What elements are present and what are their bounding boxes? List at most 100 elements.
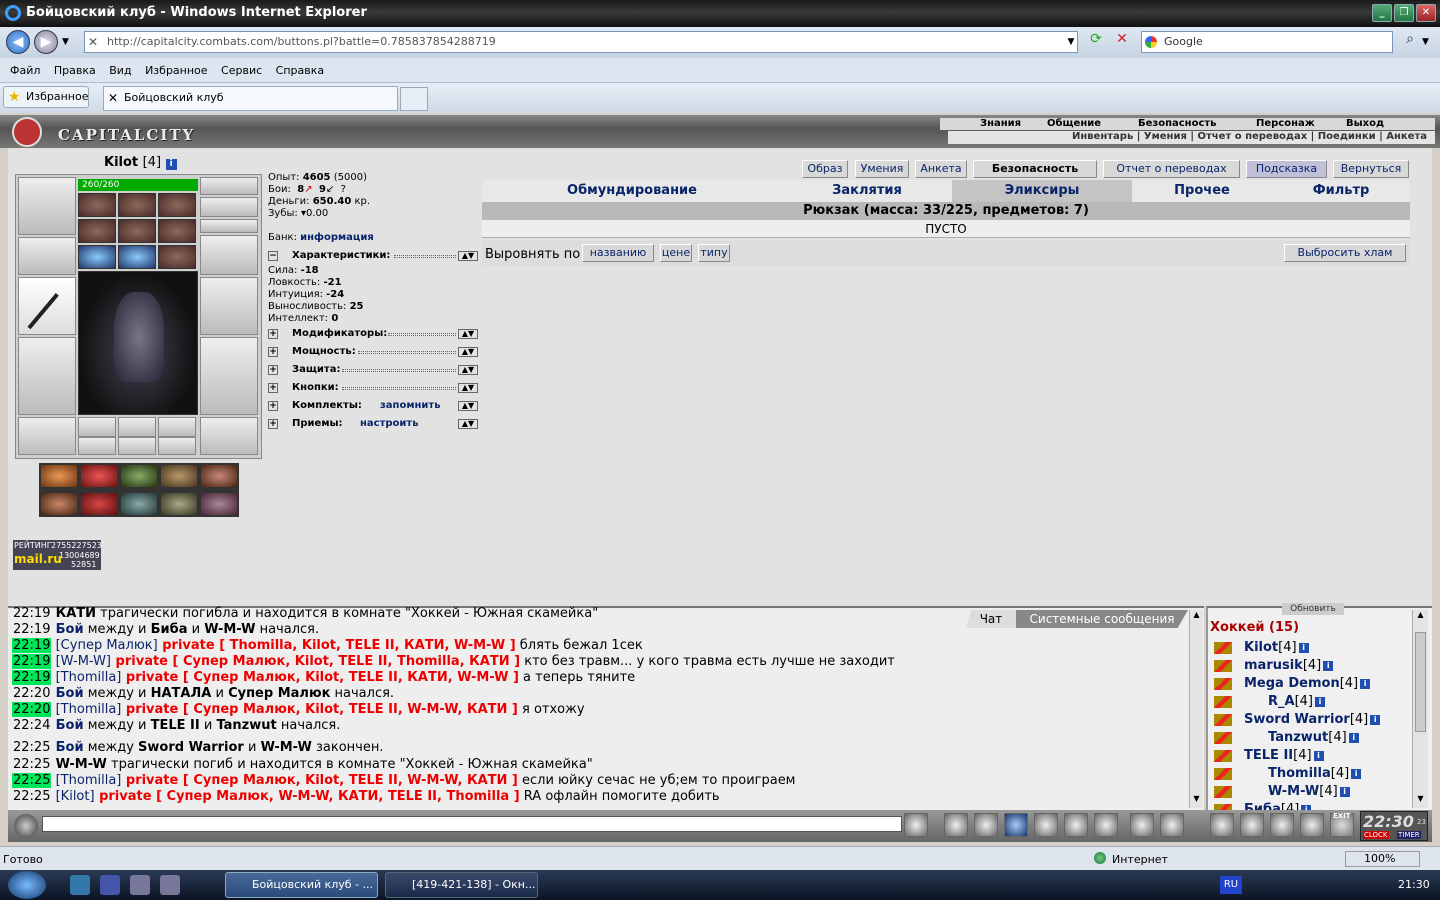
btn-image[interactable]: Образ: [802, 160, 848, 178]
user-flag-icon[interactable]: [1214, 696, 1232, 708]
chat-time[interactable]: 22:19: [12, 654, 52, 669]
history-dropdown-icon[interactable]: ▼: [62, 37, 69, 47]
chat-time[interactable]: 22:25: [12, 757, 51, 772]
section-skills[interactable]: + Приемы: настроить ▲▼: [268, 418, 478, 430]
settings-icon[interactable]: [1160, 813, 1184, 837]
chat-time[interactable]: 22:25: [12, 773, 52, 788]
start-button[interactable]: [8, 871, 46, 899]
forward-button[interactable]: ▶: [34, 30, 58, 54]
rings-slot[interactable]: [200, 219, 258, 233]
section-buttons[interactable]: + Кнопки: ▲▼: [268, 382, 478, 394]
btn-transfers[interactable]: Отчет о переводах: [1103, 160, 1240, 178]
belt-item-1[interactable]: [78, 417, 116, 437]
chat-text[interactable]: private [ Супер Малюк, Kilot, TELE II, T…: [111, 654, 521, 669]
arrows-icon[interactable]: ▲▼: [458, 251, 478, 261]
effect-6-icon[interactable]: [40, 492, 78, 516]
ring-slot-2[interactable]: [118, 193, 156, 217]
section-defense[interactable]: + Защита: ▲▼: [268, 364, 478, 376]
chat-input[interactable]: [42, 816, 902, 832]
character-name[interactable]: Kilot: [104, 155, 138, 170]
legs-slot[interactable]: [200, 337, 258, 415]
belt-slot[interactable]: [18, 417, 76, 455]
user-list-item[interactable]: Thomilla[4] i: [1268, 766, 1362, 781]
tab-elixirs[interactable]: Эликсиры: [952, 180, 1132, 202]
chat-text[interactable]: private [ Супер Малюк, Kilot, TELE II, W…: [121, 702, 518, 717]
nav-knowledge[interactable]: Знания: [980, 118, 1021, 129]
belt-item-3[interactable]: [158, 417, 196, 437]
user-info-icon[interactable]: i: [1339, 787, 1350, 797]
btn-security[interactable]: Безопасность: [973, 160, 1097, 178]
user-flag-icon[interactable]: [1214, 768, 1232, 780]
nav-exit[interactable]: Выход: [1346, 118, 1384, 129]
chat-time[interactable]: 22:19: [12, 638, 52, 653]
chat-time[interactable]: 22:25: [12, 789, 51, 804]
effect-10-icon[interactable]: [200, 492, 238, 516]
tab-other[interactable]: Прочее: [1132, 180, 1272, 202]
chat-time[interactable]: 22:25: [12, 740, 51, 755]
chat-text[interactable]: [Thomilla]: [56, 702, 122, 717]
user-info-icon[interactable]: i: [1298, 643, 1309, 653]
collapse-icon[interactable]: −: [268, 251, 278, 261]
gloves-slot[interactable]: [200, 235, 258, 275]
url-input[interactable]: http://capitalcity.combats.com/buttons.p…: [84, 31, 1078, 53]
user-info-icon[interactable]: i: [1370, 715, 1381, 725]
user-name[interactable]: Mega Demon: [1244, 676, 1340, 691]
user-flag-icon[interactable]: [1214, 714, 1232, 726]
save-log-icon[interactable]: [1004, 813, 1028, 837]
menu-file[interactable]: Файл: [10, 64, 40, 77]
tab-filter[interactable]: Фильтр: [1272, 180, 1410, 202]
timer-label[interactable]: TIMER: [1397, 831, 1421, 839]
arrows-icon[interactable]: ▲▼: [458, 347, 478, 357]
search-input[interactable]: Google: [1141, 31, 1393, 53]
user-info-icon[interactable]: i: [1313, 751, 1324, 761]
user-list-item[interactable]: Tanzwut[4] i: [1268, 730, 1359, 745]
expand-icon[interactable]: +: [268, 419, 278, 429]
close-button[interactable]: ✕: [1416, 4, 1436, 22]
user-flag-icon[interactable]: [1214, 642, 1232, 654]
btn-return[interactable]: Вернуться: [1333, 160, 1409, 178]
rating-counter[interactable]: РЕЙТИНГ 2755227523 13004689 52851 mail.r…: [13, 540, 102, 570]
pl-icon[interactable]: [1064, 813, 1088, 837]
scroll-down-icon[interactable]: ▼: [1190, 794, 1203, 808]
taskbar-ie[interactable]: Бойцовский клуб - ...: [225, 872, 378, 898]
effect-9-icon[interactable]: [160, 492, 198, 516]
lock-icon[interactable]: [1300, 813, 1324, 837]
chat-text[interactable]: Бой: [56, 740, 84, 755]
chat-text[interactable]: [Kilot]: [56, 789, 95, 804]
scroll-up-icon[interactable]: ▲: [1190, 610, 1203, 624]
boots-slot[interactable]: [200, 417, 258, 455]
sort-by-price[interactable]: цене: [660, 244, 692, 262]
user-info-icon[interactable]: i: [1315, 697, 1325, 707]
language-indicator[interactable]: RU: [1220, 876, 1242, 894]
tab-equipment[interactable]: Обмундирование: [482, 180, 782, 202]
favorites-button[interactable]: ★ Избранное: [3, 86, 89, 108]
effect-shield-icon[interactable]: [120, 464, 158, 488]
users-scroll-thumb[interactable]: [1415, 632, 1426, 732]
user-flag-icon[interactable]: [1214, 750, 1232, 762]
send-icon[interactable]: [904, 813, 928, 837]
chat-text[interactable]: [W-M-W]: [56, 654, 111, 669]
user-flag-icon[interactable]: [1214, 732, 1232, 744]
arrows-icon[interactable]: ▲▼: [458, 419, 478, 429]
nav-character[interactable]: Персонаж: [1256, 118, 1315, 129]
ring-slot-5[interactable]: [118, 219, 156, 243]
menu-edit[interactable]: Правка: [54, 64, 96, 77]
menu-favorites[interactable]: Избранное: [145, 64, 207, 77]
ring-slot-3[interactable]: [158, 193, 196, 217]
user-name[interactable]: Tanzwut: [1268, 730, 1328, 745]
expand-icon[interactable]: +: [268, 383, 278, 393]
tab-combats[interactable]: ✕ Бойцовский клуб: [103, 86, 398, 111]
users-scroll-up-icon[interactable]: ▲: [1413, 610, 1428, 624]
search-icon[interactable]: ⌕: [1400, 31, 1420, 53]
belt-item-6[interactable]: [158, 437, 196, 455]
user-name[interactable]: Kilot: [1244, 640, 1278, 655]
ring-slot-4[interactable]: [78, 219, 116, 243]
throw-junk-button[interactable]: Выбросить хлам: [1284, 244, 1406, 262]
user-flag-icon[interactable]: [1214, 678, 1232, 690]
nav-security[interactable]: Безопасность: [1138, 118, 1217, 129]
smile-head-icon[interactable]: [14, 814, 38, 838]
bracers-slot[interactable]: [18, 237, 76, 275]
scroll-slot-3[interactable]: [158, 245, 196, 269]
quicklaunch-ie-icon[interactable]: [70, 875, 90, 895]
refresh-icon[interactable]: ⟳: [1085, 31, 1107, 53]
